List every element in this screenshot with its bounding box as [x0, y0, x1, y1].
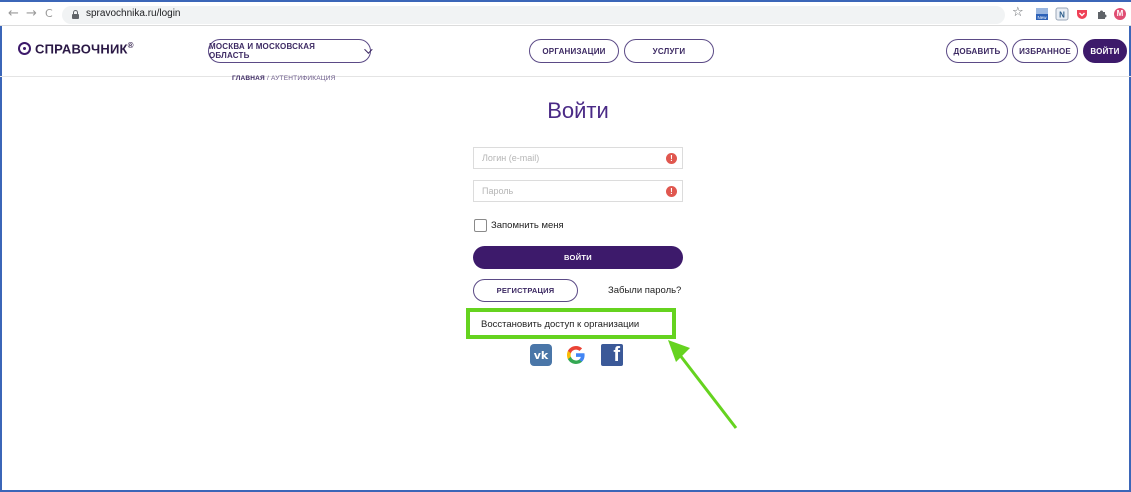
annotation-arrow-icon [668, 340, 738, 429]
